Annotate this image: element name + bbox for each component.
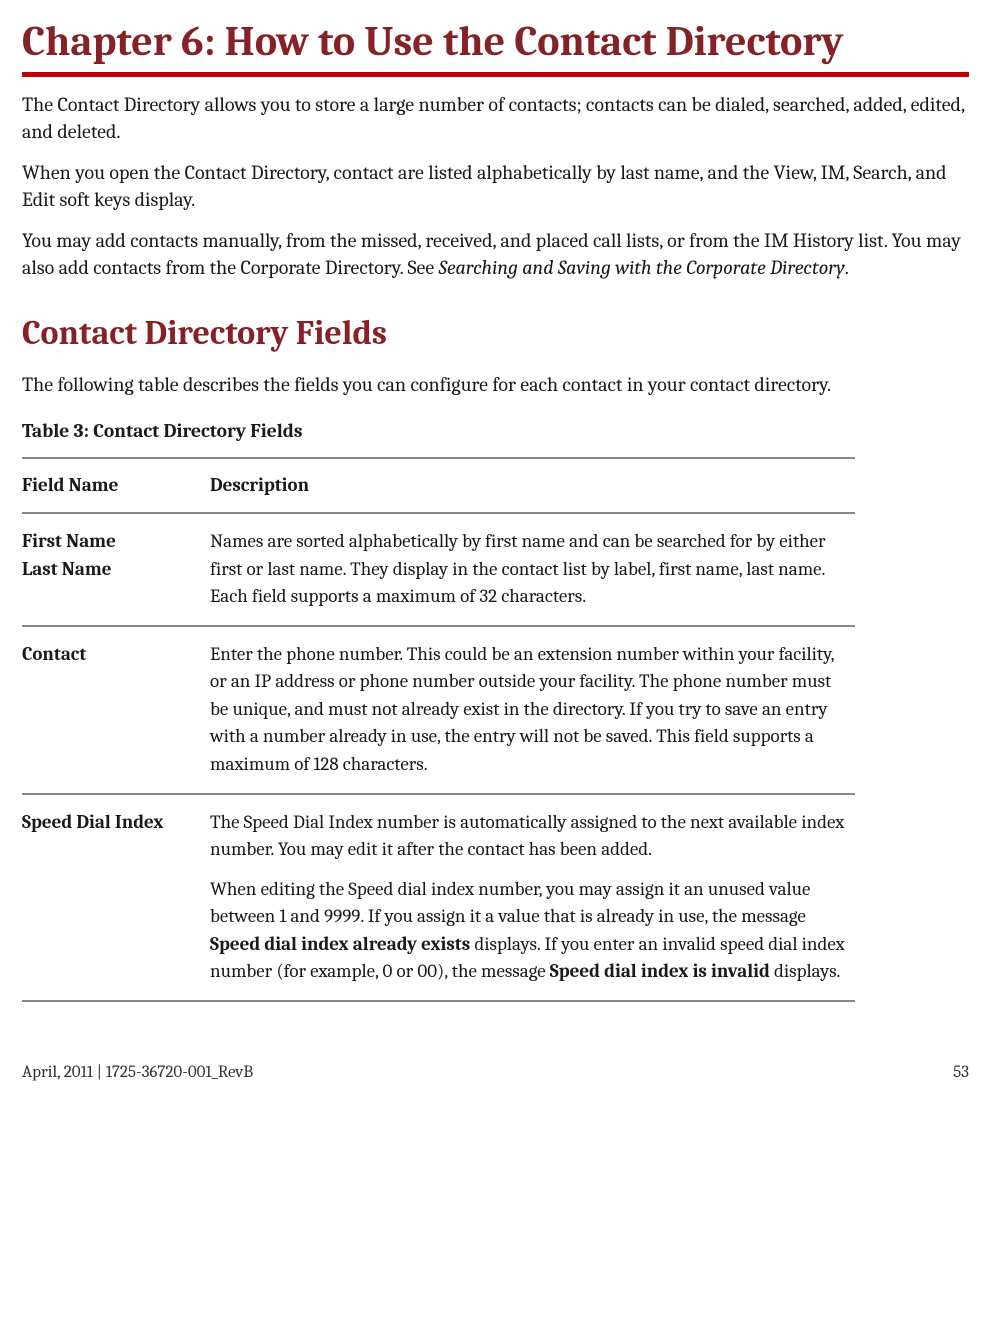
field-name: Last Name	[22, 556, 202, 584]
desc-text: displays.	[770, 960, 841, 982]
desc-paragraph: The Speed Dial Index number is automatic…	[210, 809, 847, 864]
section-intro: The following table describes the fields…	[22, 371, 969, 398]
table-header-row: Field Name Description	[22, 458, 855, 514]
field-name-cell: First Name Last Name	[22, 513, 210, 626]
field-name-cell: Contact	[22, 626, 210, 794]
field-name: First Name	[22, 528, 202, 556]
footer-left: April, 2011 | 1725-36720-001_RevB	[22, 1062, 253, 1085]
page-number: 53	[953, 1062, 969, 1085]
field-desc-cell: Enter the phone number. This could be an…	[210, 626, 855, 794]
col-header-field: Field Name	[22, 458, 210, 514]
table-row: Speed Dial Index The Speed Dial Index nu…	[22, 794, 855, 1001]
field-desc-cell: The Speed Dial Index number is automatic…	[210, 794, 855, 1001]
page-footer: April, 2011 | 1725-36720-001_RevB 53	[22, 1062, 969, 1103]
table-caption: Table 3: Contact Directory Fields	[22, 418, 969, 444]
chapter-title: Chapter 6: How to Use the Contact Direct…	[22, 18, 969, 77]
desc-text: When editing the Speed dial index number…	[210, 878, 810, 928]
field-desc-cell: Names are sorted alphabetically by first…	[210, 513, 855, 626]
intro-paragraph: When you open the Contact Directory, con…	[22, 159, 969, 213]
table-row: Contact Enter the phone number. This cou…	[22, 626, 855, 794]
intro-text: .	[845, 256, 849, 279]
table-row: First Name Last Name Names are sorted al…	[22, 513, 855, 626]
ui-message: Speed dial index is invalid	[550, 960, 770, 982]
col-header-desc: Description	[210, 458, 855, 514]
cross-reference: Searching and Saving with the Corporate …	[439, 256, 845, 279]
intro-paragraph: The Contact Directory allows you to stor…	[22, 91, 969, 145]
section-title: Contact Directory Fields	[22, 311, 969, 357]
field-name-cell: Speed Dial Index	[22, 794, 210, 1001]
desc-paragraph: When editing the Speed dial index number…	[210, 876, 847, 986]
ui-message: Speed dial index already exists	[210, 933, 470, 955]
intro-paragraph: You may add contacts manually, from the …	[22, 227, 969, 281]
contact-fields-table: Field Name Description First Name Last N…	[22, 457, 855, 1002]
